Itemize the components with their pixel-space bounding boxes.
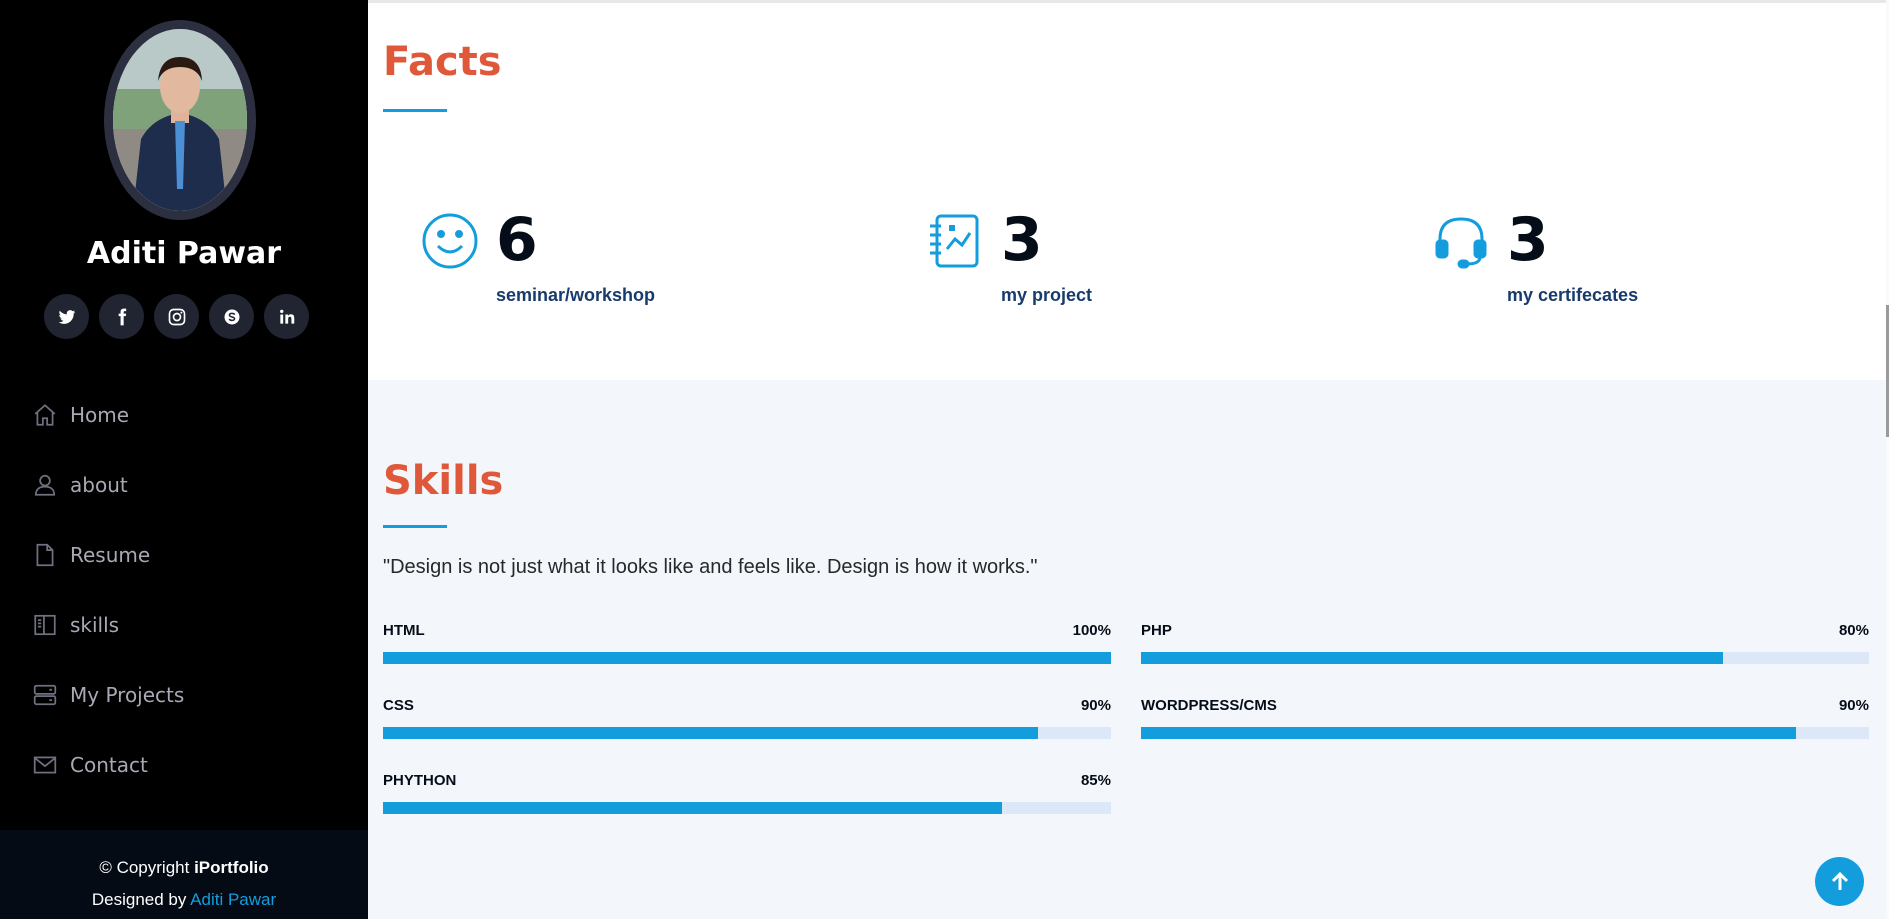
headset-icon (1435, 217, 1487, 269)
fact-label: seminar/workshop (496, 285, 656, 305)
fact-label: my certifecates (1507, 285, 1639, 305)
copyright-line: © Copyright iPortfolio (0, 852, 368, 884)
nav-menu: Home about Resume skills My Projects Con… (32, 380, 184, 800)
nav-item-label: Contact (70, 753, 148, 777)
skill-percent: 90% (1838, 697, 1869, 714)
arrow-up-icon (1831, 871, 1848, 890)
nav-item-home[interactable]: Home (32, 380, 184, 450)
profile-photo (104, 20, 256, 220)
skill-fill (383, 652, 1111, 664)
nav-item-contact[interactable]: Contact (32, 730, 184, 800)
skill-percent: 85% (1080, 772, 1111, 789)
skill-track (383, 802, 1111, 814)
facts-title-underline (383, 109, 447, 112)
skill-fill (383, 802, 1002, 814)
instagram-link[interactable] (154, 294, 199, 339)
facts-section: Facts 6 seminar/workshop 3 my project 3 … (368, 0, 1889, 380)
skype-link[interactable] (209, 294, 254, 339)
nav-item-skills[interactable]: skills (32, 590, 184, 660)
skill-percent: 90% (1080, 697, 1111, 714)
skill-track (383, 727, 1111, 739)
brand-name: iPortfolio (194, 858, 269, 877)
fact-number: 6 (496, 205, 538, 275)
journal-icon (930, 214, 979, 268)
main-content: Facts 6 seminar/workshop 3 my project 3 … (368, 0, 1889, 919)
nav-item-about[interactable]: about (32, 450, 184, 520)
profile-photo-image (113, 29, 247, 211)
twitter-icon (58, 309, 75, 324)
book-icon (34, 614, 56, 636)
skype-icon (224, 309, 239, 324)
skill-track (383, 652, 1111, 664)
nav-item-label: about (70, 473, 128, 497)
fact-icon (420, 211, 480, 271)
nav-item-label: My Projects (70, 683, 185, 707)
profile-name: Aditi Pawar (86, 236, 282, 271)
nav-item-label: Home (70, 403, 130, 427)
skills-quote: "Design is not just what it looks like a… (383, 556, 1038, 578)
skill-percent: 100% (1072, 622, 1111, 639)
nav-item-resume[interactable]: Resume (32, 520, 184, 590)
nav-item-label: skills (70, 613, 120, 637)
linkedin-icon (279, 309, 294, 324)
skill-name: PHYTHON (383, 772, 457, 789)
skill-name: HTML (383, 622, 425, 639)
nav-item-my-projects[interactable]: My Projects (32, 660, 184, 730)
sidebar-footer: © Copyright iPortfolio Designed by Aditi… (0, 830, 368, 919)
back-to-top-button[interactable] (1815, 857, 1864, 906)
linkedin-link[interactable] (264, 294, 309, 339)
designed-by-prefix: Designed by (91, 890, 191, 909)
skill-track (1141, 727, 1869, 739)
fact-number: 3 (1507, 205, 1549, 275)
facebook-icon (118, 308, 126, 325)
skill-name: WORDPRESS/CMS (1141, 697, 1277, 714)
sidebar: Aditi Pawar Home about Resume skills My … (0, 0, 368, 919)
designer-link[interactable]: Aditi Pawar (190, 890, 276, 909)
facebook-link[interactable] (99, 294, 144, 339)
server-icon (33, 684, 57, 706)
smile-icon (422, 213, 478, 269)
instagram-icon (168, 308, 185, 325)
fact-number: 3 (1001, 205, 1043, 275)
skills-title-underline (383, 525, 447, 528)
copyright-prefix: © Copyright (99, 858, 195, 877)
envelope-icon (33, 756, 57, 774)
skill-track (1141, 652, 1869, 664)
skill-name: PHP (1141, 622, 1172, 639)
skill-fill (383, 727, 1039, 739)
skills-title: Skills (383, 458, 504, 504)
social-links (44, 294, 309, 339)
skill-fill (1141, 652, 1724, 664)
skill-percent: 80% (1838, 622, 1869, 639)
facts-title: Facts (383, 39, 502, 85)
fact-icon (1431, 211, 1491, 271)
person-icon (34, 474, 56, 496)
fact-icon (925, 211, 985, 271)
twitter-link[interactable] (44, 294, 89, 339)
nav-item-label: Resume (70, 543, 151, 567)
file-icon (36, 543, 54, 567)
home-icon (34, 404, 56, 426)
skill-name: CSS (383, 697, 414, 714)
skill-fill (1141, 727, 1797, 739)
fact-label: my project (1001, 285, 1093, 305)
skills-section: Skills "Design is not just what it looks… (368, 380, 1889, 919)
designer-line: Designed by Aditi Pawar (0, 884, 368, 916)
